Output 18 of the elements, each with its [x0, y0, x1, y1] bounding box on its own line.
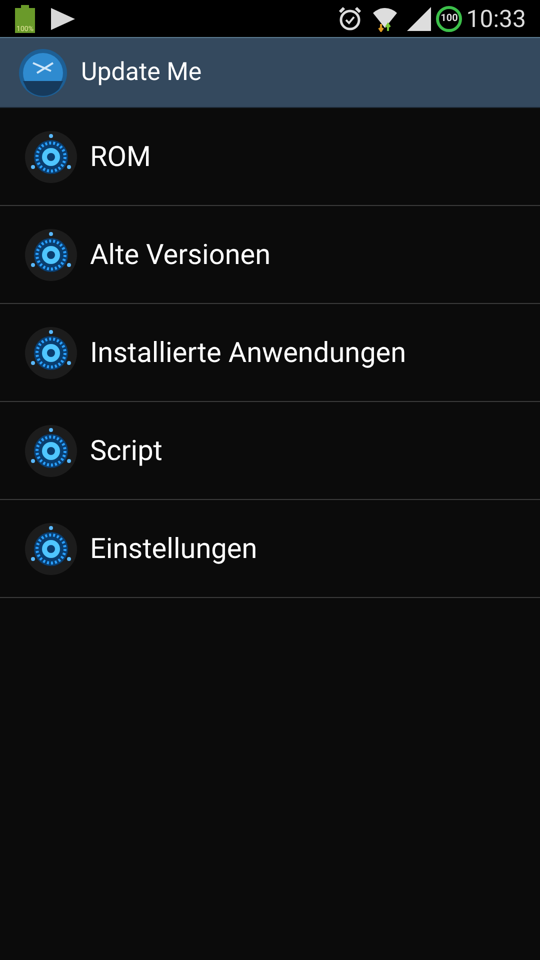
clock: 10:33 [466, 6, 526, 30]
menu-item[interactable]: Einstellungen [90, 528, 258, 570]
signal-icon [406, 6, 432, 30]
menu-item[interactable]: Alte Versionen [90, 234, 271, 276]
glowing-gear-icon [24, 228, 78, 282]
menu-item[interactable]: Script [90, 430, 162, 472]
glowing-gear-icon [24, 522, 78, 576]
app-logo-icon [19, 48, 67, 96]
app-title: Update Me [81, 56, 202, 89]
menu-item[interactable]: ROM [90, 136, 151, 178]
play-icon [50, 6, 76, 30]
glowing-gear-icon [24, 130, 78, 184]
alarm-clock-icon [338, 6, 362, 32]
wifi-icon [372, 6, 398, 32]
glowing-gear-icon [24, 424, 78, 478]
battery-level-badge: 100 [436, 6, 462, 32]
glowing-gear-icon [24, 326, 78, 380]
menu-item[interactable]: Installierte Anwendungen [90, 332, 406, 374]
